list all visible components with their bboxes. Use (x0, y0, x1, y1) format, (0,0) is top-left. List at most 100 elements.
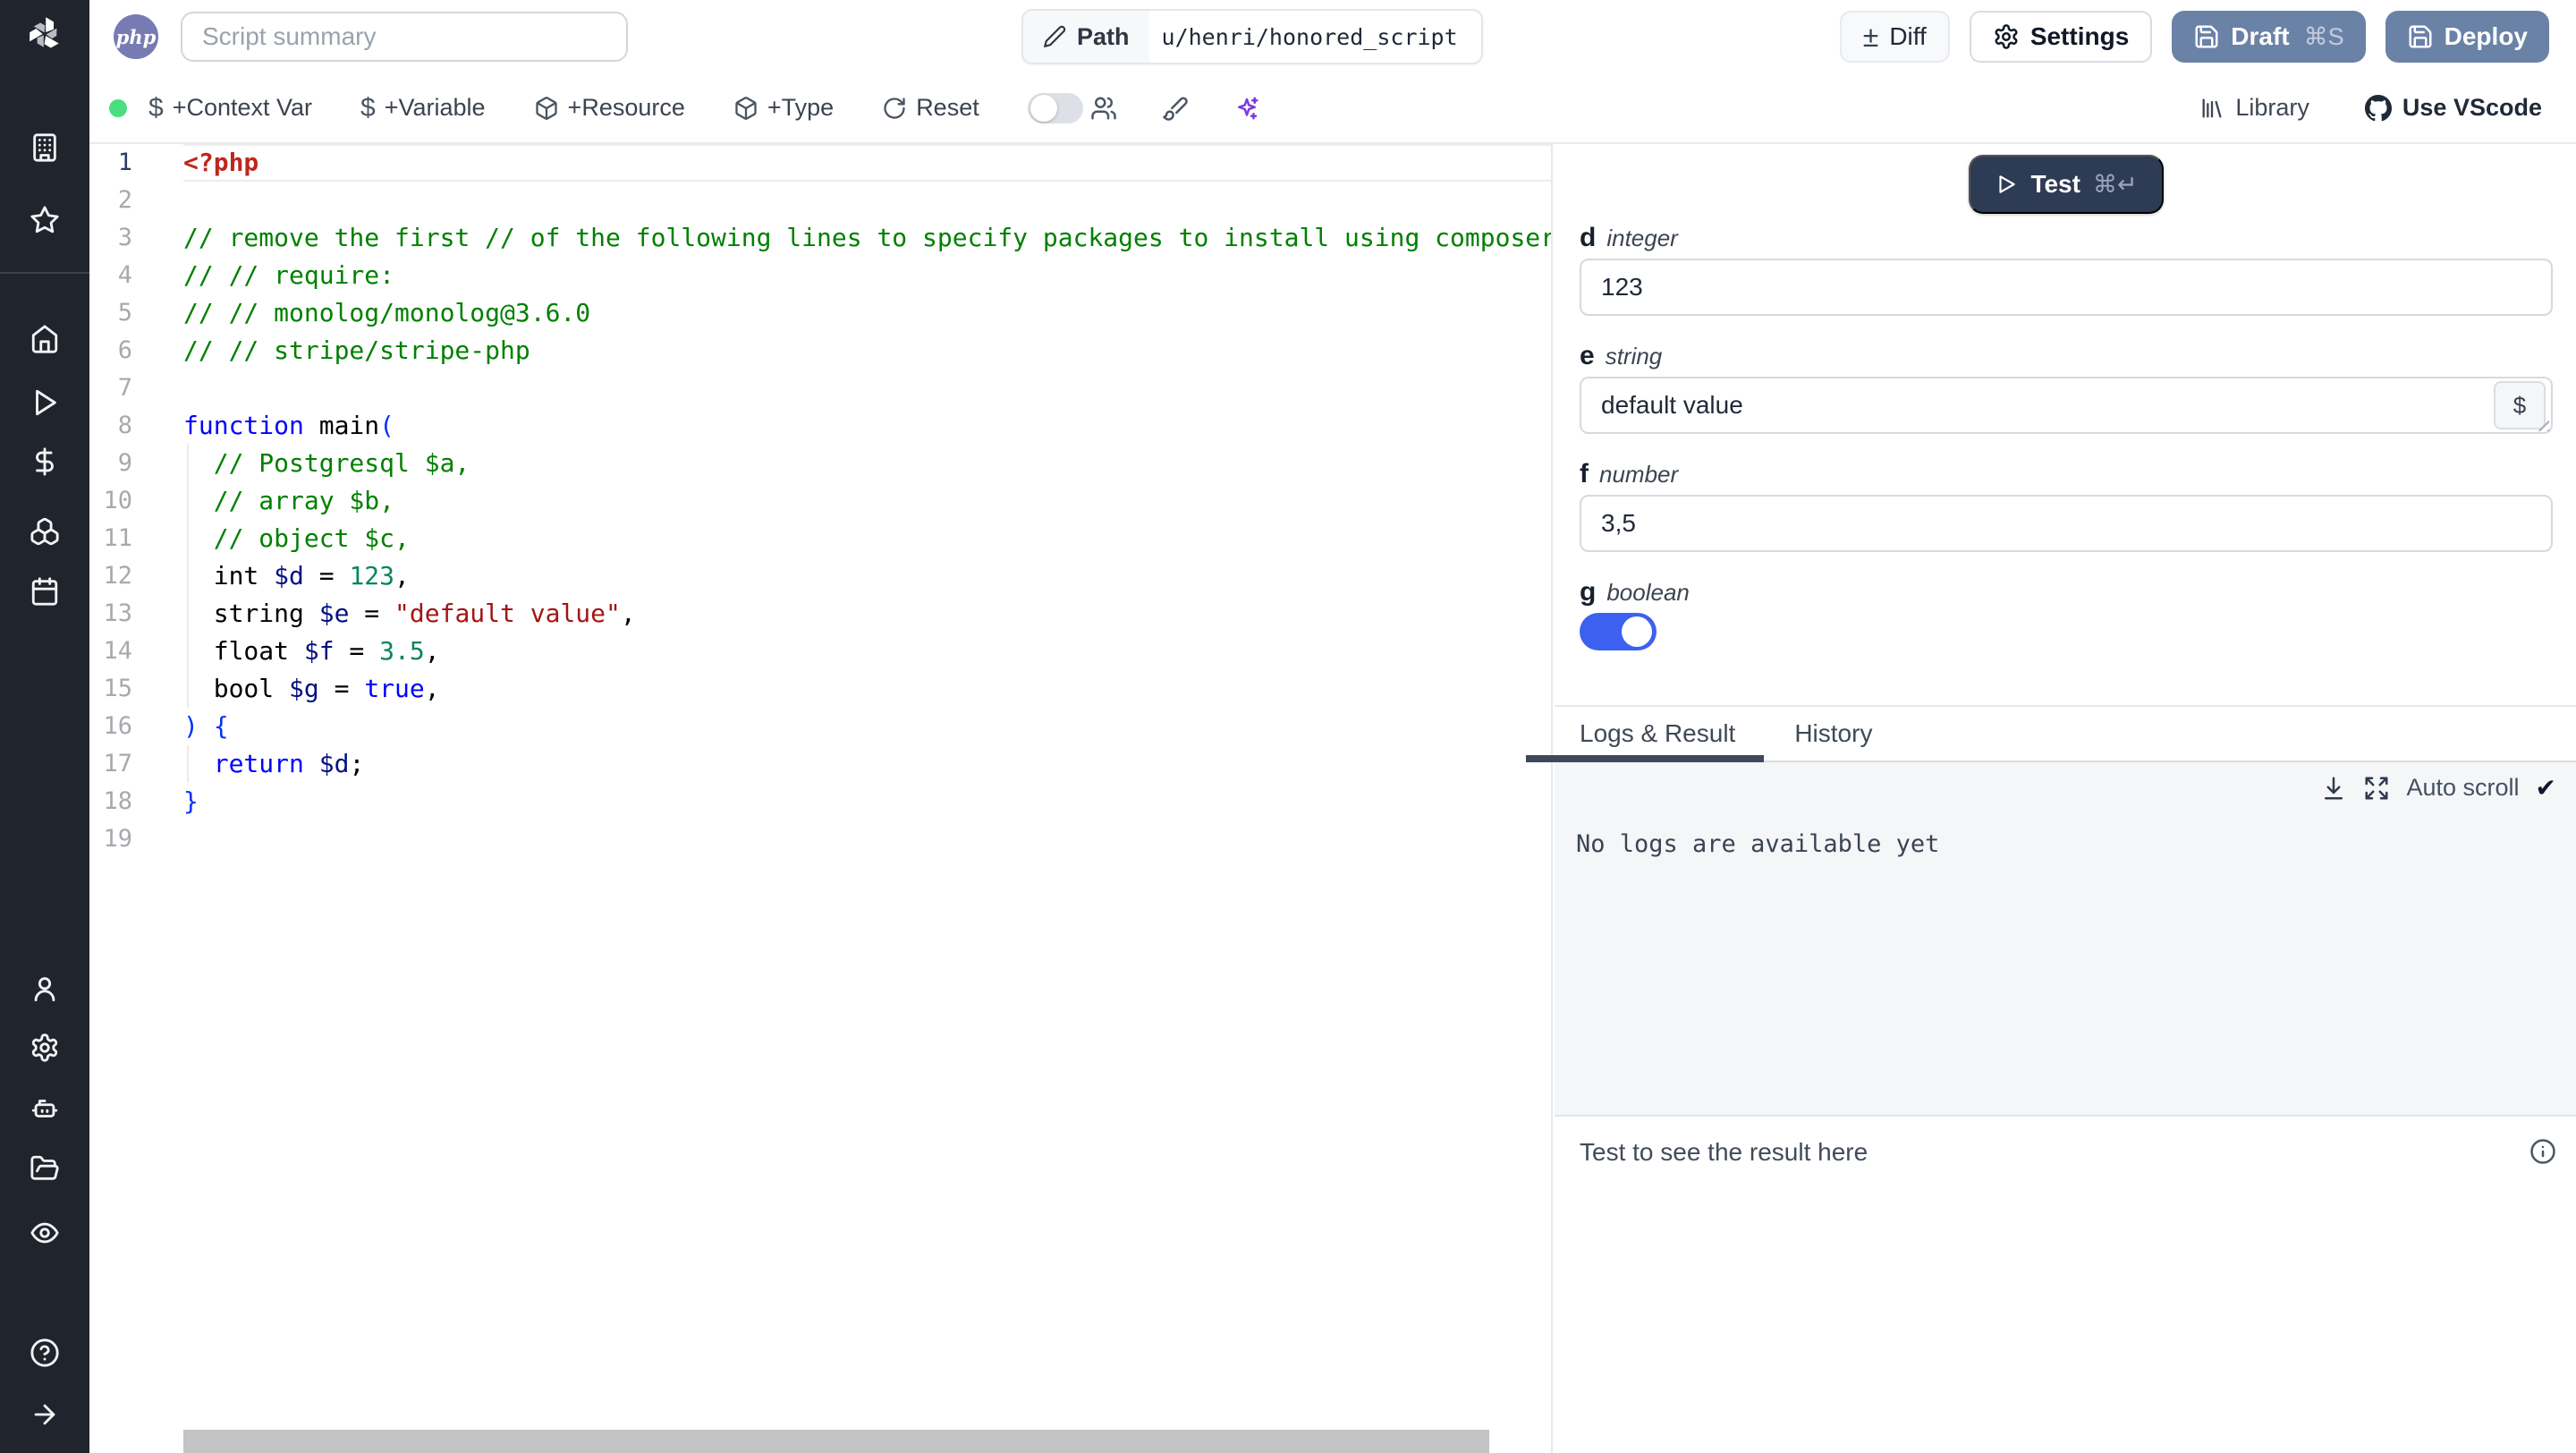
deploy-button[interactable]: Deploy (2385, 11, 2549, 63)
code-line[interactable]: int $d = 123, (183, 557, 1551, 595)
code-line[interactable] (183, 370, 1551, 407)
code-line[interactable]: bool $g = true, (183, 670, 1551, 708)
indent-guide (187, 745, 189, 783)
sidebar-item-help[interactable] (0, 1338, 89, 1368)
code-line[interactable]: // // require: (183, 257, 1551, 294)
github-icon (2364, 94, 2392, 122)
sidebar-item-runs[interactable] (0, 387, 89, 418)
sidebar-item-audit[interactable] (0, 1218, 89, 1248)
dollar-icon: $ (148, 92, 164, 123)
editor-toolbar: $ +Context Var $ +Variable +Resource +Ty… (89, 73, 2576, 144)
result-placeholder: Test to see the result here (1580, 1138, 1868, 1166)
sidebar-divider (0, 272, 89, 274)
path-label-chip: Path (1023, 11, 1149, 63)
line-number: 14 (103, 637, 132, 665)
code-line[interactable]: // // stripe/stripe-php (183, 332, 1551, 370)
draft-button[interactable]: Draft ⌘S (2172, 11, 2366, 63)
ai-sparkles-icon[interactable] (1233, 95, 1260, 122)
code-line[interactable]: ) { (183, 708, 1551, 745)
add-context-var-button[interactable]: $ +Context Var (148, 93, 312, 123)
help-circle-icon (30, 1338, 60, 1368)
code-lines[interactable]: <?php // remove the first // of the follo… (183, 144, 1551, 858)
add-resource-label: +Resource (567, 94, 685, 121)
info-icon[interactable] (2529, 1138, 2556, 1165)
plus-minus-icon: ± (1862, 21, 1879, 53)
sidebar-item-favorites[interactable] (0, 205, 89, 235)
code-line[interactable]: // Postgresql $a, (183, 445, 1551, 482)
refresh-icon (882, 96, 907, 121)
code-editor[interactable]: 1 2 3 4 5 6 7 8 9 10 11 12 13 14 15 16 17 18 19 <?php// re… (89, 144, 1553, 1453)
code-line[interactable]: } (183, 783, 1551, 820)
horizontal-scrollbar[interactable] (183, 1430, 1489, 1453)
test-button[interactable]: Test ⌘↵ (1969, 155, 2164, 214)
calendar-icon (30, 576, 60, 607)
add-type-button[interactable]: +Type (733, 94, 834, 122)
reset-button[interactable]: Reset (882, 94, 979, 122)
code-line[interactable]: <?php (183, 144, 1551, 182)
sidebar-item-variables[interactable] (0, 446, 89, 477)
path-value[interactable]: u/henri/honored_script (1149, 11, 1481, 63)
diff-button[interactable]: ± Diff (1839, 11, 1950, 63)
code-line[interactable]: // // monolog/monolog@3.6.0 (183, 294, 1551, 332)
code-line[interactable]: function main( (183, 407, 1551, 445)
sidebar-item-resources[interactable] (0, 516, 89, 547)
sidebar-item-folders[interactable] (0, 1153, 89, 1184)
sidebar-item-workers[interactable] (0, 1093, 89, 1124)
tab-logs-result[interactable]: Logs & Result (1525, 707, 1765, 762)
sidebar-item-settings[interactable] (0, 1032, 89, 1063)
code-line[interactable] (183, 820, 1551, 858)
library-button[interactable]: Library (2199, 94, 2309, 122)
use-vscode-button[interactable]: Use VScode (2364, 94, 2542, 122)
settings-button[interactable]: Settings (1969, 11, 2153, 63)
use-vscode-label: Use VScode (2402, 94, 2542, 121)
add-variable-label: +Variable (384, 94, 486, 121)
field-f-input[interactable] (1580, 495, 2553, 552)
package-icon (534, 96, 559, 121)
add-type-label: +Type (767, 94, 835, 121)
code-line[interactable]: // remove the first // of the following … (183, 219, 1551, 257)
line-number: 7 (117, 374, 132, 402)
path-group[interactable]: Path u/henri/honored_script (1021, 9, 1483, 64)
check-icon[interactable]: ✔ (2536, 773, 2556, 803)
variable-picker-button[interactable]: $ (2494, 381, 2546, 429)
arrow-right-icon (30, 1399, 60, 1430)
field-d-input[interactable] (1580, 259, 2553, 316)
windmill-logo-icon[interactable] (0, 13, 89, 55)
sidebar-item-user[interactable] (0, 973, 89, 1004)
code-line[interactable] (183, 182, 1551, 219)
multiplayer-icon[interactable] (1090, 95, 1117, 122)
autoscroll-label: Auto scroll (2406, 774, 2520, 801)
diff-mode-toggle[interactable] (1027, 92, 1083, 123)
save-icon (2193, 23, 2220, 50)
home-icon (30, 324, 60, 354)
code-line[interactable]: // array $b, (183, 482, 1551, 520)
code-line[interactable]: string $e = "default value", (183, 595, 1551, 633)
robot-icon (30, 1093, 60, 1124)
script-summary-input[interactable] (181, 12, 628, 62)
field-e-area: $ (1580, 377, 2553, 434)
format-brush-icon[interactable] (1162, 95, 1189, 122)
field-e-input[interactable] (1580, 377, 2553, 434)
draft-label: Draft (2231, 22, 2290, 50)
field-type: boolean (1606, 579, 1690, 606)
line-number: 19 (103, 825, 132, 853)
code-line[interactable]: float $f = 3.5, (183, 633, 1551, 670)
tab-history[interactable]: History (1794, 707, 1872, 760)
line-number: 4 (117, 261, 132, 289)
sidebar-expand-button[interactable] (0, 1399, 89, 1430)
dollar-icon (30, 446, 60, 477)
diff-label: Diff (1889, 22, 1927, 50)
settings-label: Settings (2029, 22, 2130, 50)
test-args-form: Test ⌘↵ d integer e string $ f number g … (1555, 144, 2576, 705)
inspector-panel: Test ⌘↵ d integer e string $ f number g … (1525, 144, 2576, 1453)
sidebar-item-schedules[interactable] (0, 576, 89, 607)
add-variable-button[interactable]: $ +Variable (360, 93, 486, 123)
sidebar-item-workspace[interactable] (0, 132, 89, 163)
add-resource-button[interactable]: +Resource (534, 94, 685, 122)
sidebar-item-home[interactable] (0, 324, 89, 354)
code-line[interactable]: return $d; (183, 745, 1551, 783)
download-icon[interactable] (2320, 775, 2347, 802)
expand-icon[interactable] (2363, 775, 2390, 802)
code-line[interactable]: // object $c, (183, 520, 1551, 557)
field-g-toggle[interactable] (1580, 613, 1657, 650)
